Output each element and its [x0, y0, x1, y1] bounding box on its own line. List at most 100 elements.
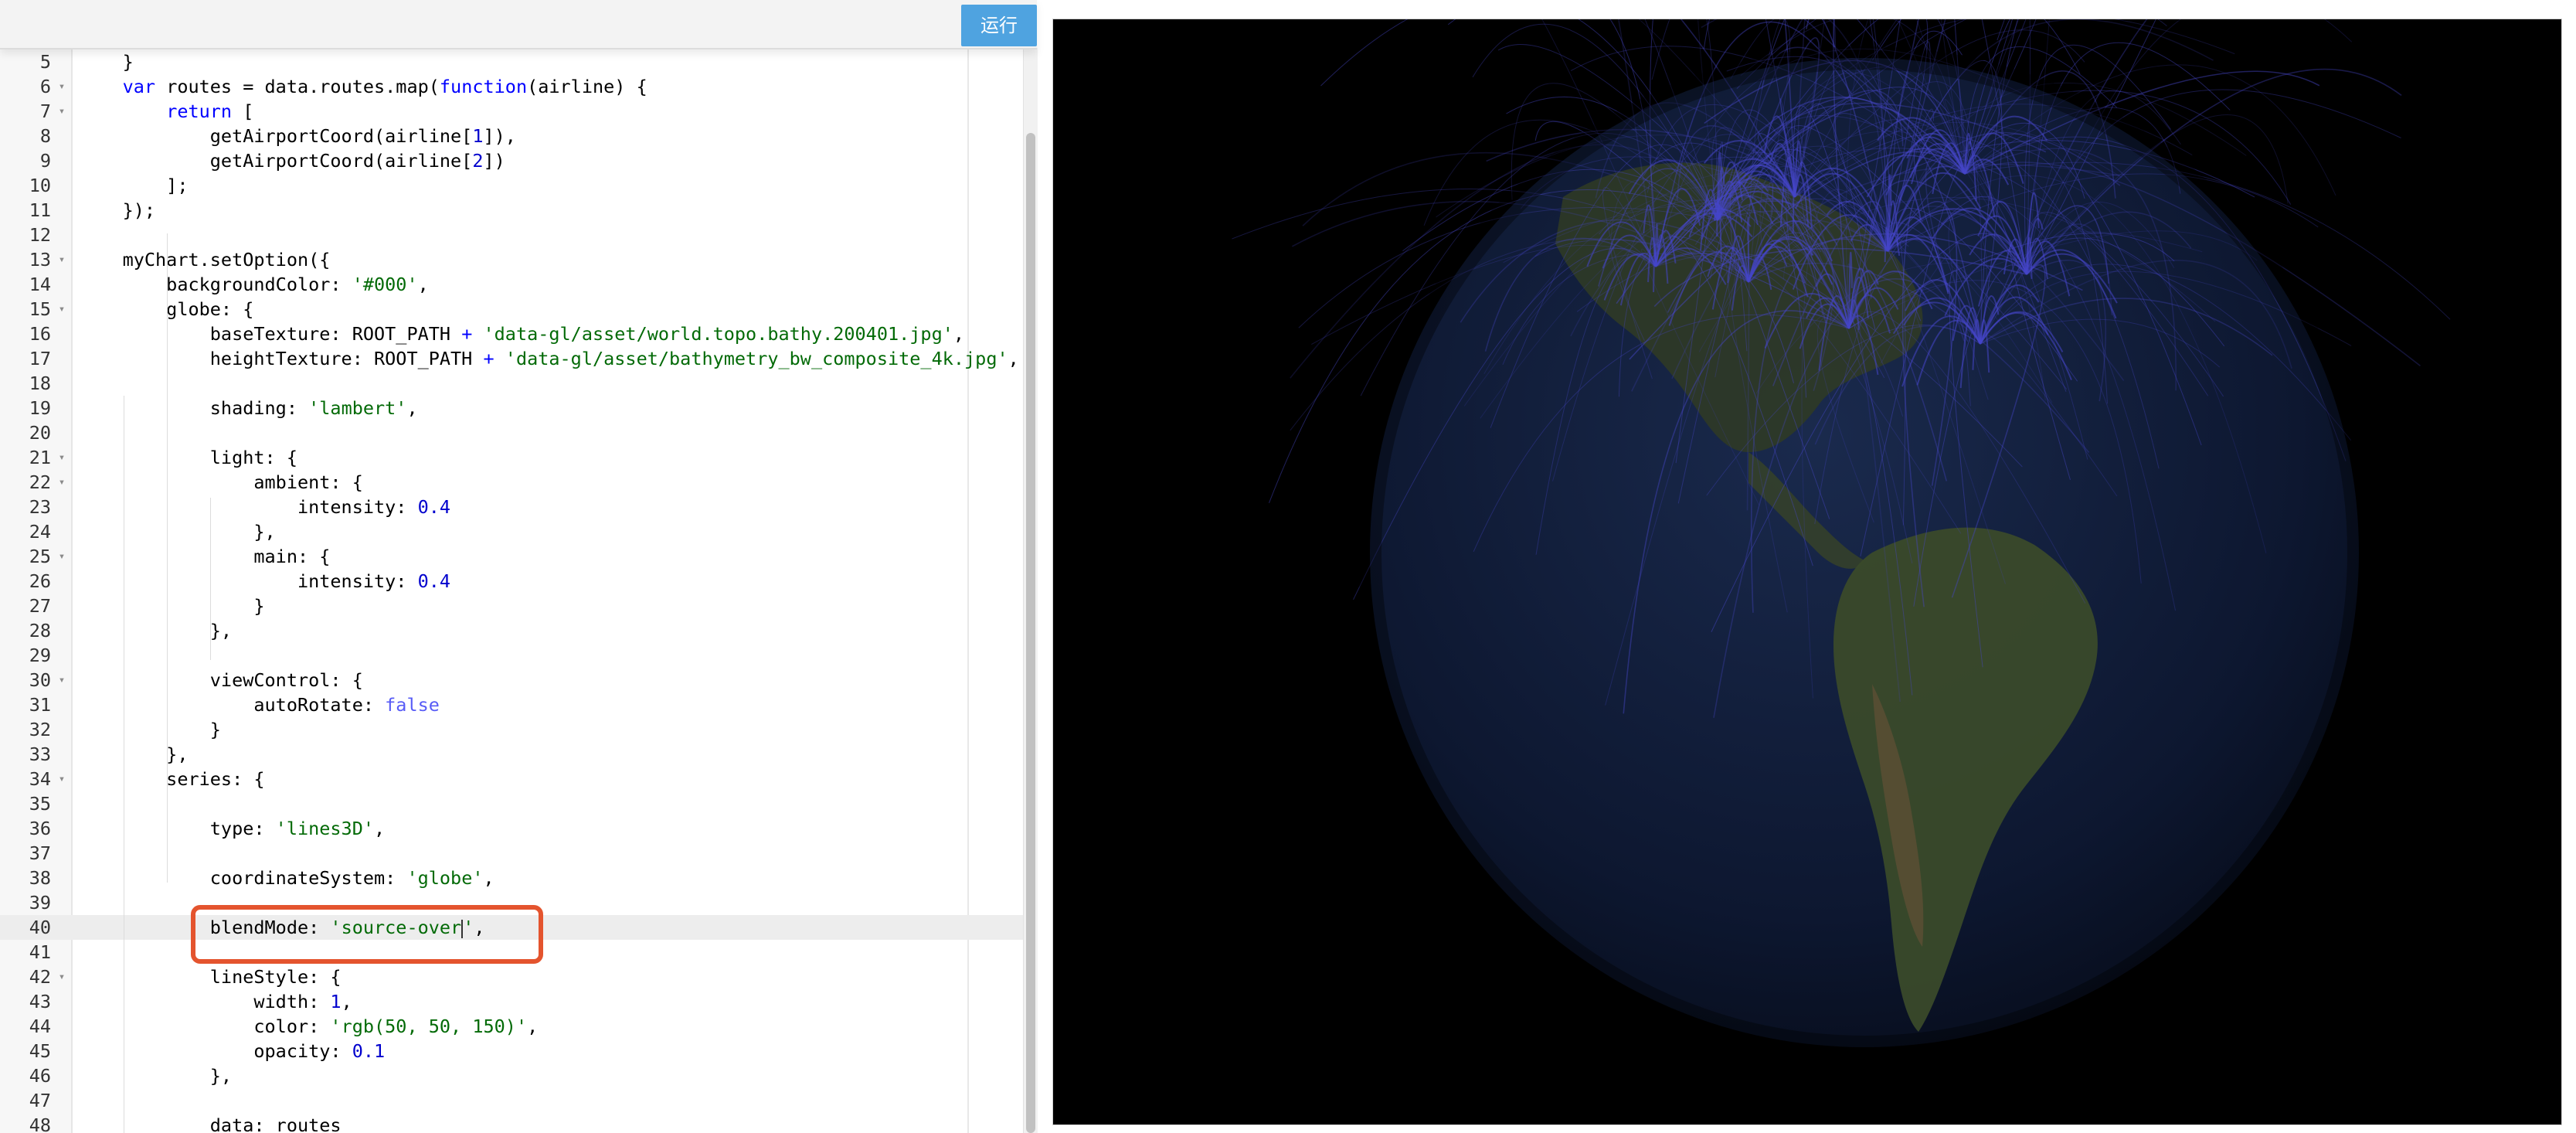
code-line[interactable]: 21 ▾ light: {: [0, 445, 1023, 470]
code-line[interactable]: 36 type: 'lines3D',: [0, 816, 1023, 841]
code-text: getAirportCoord(airline[1]),: [79, 124, 516, 148]
code-line[interactable]: 45 opacity: 0.1: [0, 1039, 1023, 1063]
code-line[interactable]: 6 ▾ var routes = data.routes.map(function…: [0, 74, 1023, 99]
code-token: myChart.setOption({: [79, 249, 331, 270]
code-line[interactable]: 23 intensity: 0.4: [0, 495, 1023, 519]
code-token: 0.4: [417, 570, 451, 592]
code-token: ,: [374, 818, 386, 839]
line-number: 6: [39, 76, 51, 97]
code-line[interactable]: 33 },: [0, 742, 1023, 767]
code-text: coordinateSystem: 'globe',: [79, 866, 494, 890]
fold-toggle-icon[interactable]: ▾: [54, 74, 70, 99]
code-line[interactable]: 18: [0, 371, 1023, 396]
code-line[interactable]: 39: [0, 890, 1023, 915]
code-line[interactable]: 43 width: 1,: [0, 989, 1023, 1014]
code-line[interactable]: 15 ▾ globe: {: [0, 297, 1023, 322]
code-line[interactable]: 12: [0, 223, 1023, 247]
code-line[interactable]: 41: [0, 940, 1023, 965]
code-token: false: [385, 694, 440, 716]
line-number: 21: [29, 447, 51, 468]
code-token: 'lambert': [308, 397, 407, 419]
code-text: myChart.setOption({: [79, 247, 331, 272]
line-number: 25: [29, 546, 51, 567]
code-line[interactable]: 29: [0, 643, 1023, 668]
indent-guide: [167, 233, 168, 883]
code-line[interactable]: 27 }: [0, 594, 1023, 618]
fold-toggle-icon[interactable]: ▾: [54, 470, 70, 495]
code-line[interactable]: 48 data: routes: [0, 1113, 1023, 1133]
code-line[interactable]: 32 }: [0, 717, 1023, 742]
fold-toggle-icon[interactable]: ▾: [54, 767, 70, 791]
code-line[interactable]: 16 baseTexture: ROOT_PATH + 'data-gl/ass…: [0, 322, 1023, 346]
code-line[interactable]: 47: [0, 1088, 1023, 1113]
code-line[interactable]: 46 },: [0, 1063, 1023, 1088]
code-line[interactable]: 25 ▾ main: {: [0, 544, 1023, 569]
code-text: viewControl: {: [79, 668, 363, 692]
code-token: baseTexture: ROOT_PATH: [79, 323, 462, 345]
line-number: 12: [29, 224, 51, 246]
fold-toggle-icon[interactable]: ▾: [54, 297, 70, 322]
code-line[interactable]: 44 color: 'rgb(50, 50, 150)',: [0, 1014, 1023, 1039]
code-token: 1: [330, 991, 342, 1012]
fold-toggle-icon[interactable]: ▾: [54, 247, 70, 272]
code-line[interactable]: 5 }: [0, 49, 1023, 74]
line-number: 45: [29, 1040, 51, 1062]
code-line[interactable]: 38 coordinateSystem: 'globe',: [0, 866, 1023, 890]
fold-toggle-icon[interactable]: ▾: [54, 99, 70, 124]
line-number: 44: [29, 1016, 51, 1037]
code-editor[interactable]: 5 } 6 ▾ var routes = data.routes.map(funct…: [0, 48, 1023, 1133]
code-text: },: [79, 742, 188, 767]
editor-toolbar: 运行: [0, 0, 1037, 49]
code-line[interactable]: 20: [0, 420, 1023, 445]
code-text: type: 'lines3D',: [79, 816, 385, 841]
line-number: 10: [29, 175, 51, 196]
code-line[interactable]: 42 ▾ lineStyle: {: [0, 965, 1023, 989]
line-number: 18: [29, 373, 51, 394]
code-text: width: 1,: [79, 989, 352, 1014]
code-line[interactable]: 22 ▾ ambient: {: [0, 470, 1023, 495]
fold-toggle-icon[interactable]: ▾: [54, 445, 70, 470]
code-line[interactable]: 13 ▾ myChart.setOption({: [0, 247, 1023, 272]
code-line[interactable]: 26 intensity: 0.4: [0, 569, 1023, 594]
code-line[interactable]: 8 getAirportCoord(airline[1]),: [0, 124, 1023, 148]
editor-scrollbar-thumb[interactable]: [1026, 133, 1035, 1133]
line-number: 46: [29, 1065, 51, 1087]
fold-toggle-icon[interactable]: ▾: [54, 668, 70, 692]
code-line[interactable]: 30 ▾ viewControl: {: [0, 668, 1023, 692]
run-button[interactable]: 运行: [961, 5, 1037, 46]
code-line[interactable]: 9 getAirportCoord(airline[2]): [0, 148, 1023, 173]
code-line[interactable]: 19 shading: 'lambert',: [0, 396, 1023, 420]
code-line[interactable]: 31 autoRotate: false: [0, 692, 1023, 717]
code-line[interactable]: 10 ];: [0, 173, 1023, 198]
line-number: 42: [29, 966, 51, 988]
line-number: 8: [39, 125, 51, 147]
code-token: color:: [79, 1016, 331, 1037]
indent-guide: [210, 498, 211, 660]
code-line[interactable]: 7 ▾ return [: [0, 99, 1023, 124]
code-token: 1: [472, 125, 484, 147]
globe-chart[interactable]: [1053, 19, 2561, 1124]
code-token: intensity:: [79, 570, 418, 592]
globe-chart-canvas[interactable]: [1052, 19, 2562, 1125]
line-number: 9: [39, 150, 51, 172]
code-line[interactable]: 11 });: [0, 198, 1023, 223]
code-text: shading: 'lambert',: [79, 396, 418, 420]
code-text: intensity: 0.4: [79, 495, 450, 519]
code-token: function: [439, 76, 528, 97]
code-text: series: {: [79, 767, 264, 791]
code-line[interactable]: 34 ▾ series: {: [0, 767, 1023, 791]
fold-toggle-icon[interactable]: ▾: [54, 544, 70, 569]
code-line[interactable]: 24 },: [0, 519, 1023, 544]
line-number: 15: [29, 298, 51, 320]
code-text: blendMode: 'source-over',: [79, 915, 485, 940]
code-token: ,: [483, 867, 494, 889]
code-line[interactable]: 14 backgroundColor: '#000',: [0, 272, 1023, 297]
editor-scrollbar[interactable]: [1023, 48, 1038, 1133]
code-line[interactable]: 28 },: [0, 618, 1023, 643]
code-line[interactable]: 40 blendMode: 'source-over',: [0, 915, 1023, 940]
code-token: ,: [417, 274, 429, 295]
fold-toggle-icon[interactable]: ▾: [54, 965, 70, 989]
code-line[interactable]: 35: [0, 791, 1023, 816]
code-line[interactable]: 17 heightTexture: ROOT_PATH + 'data-gl/a…: [0, 346, 1023, 371]
code-line[interactable]: 37: [0, 841, 1023, 866]
